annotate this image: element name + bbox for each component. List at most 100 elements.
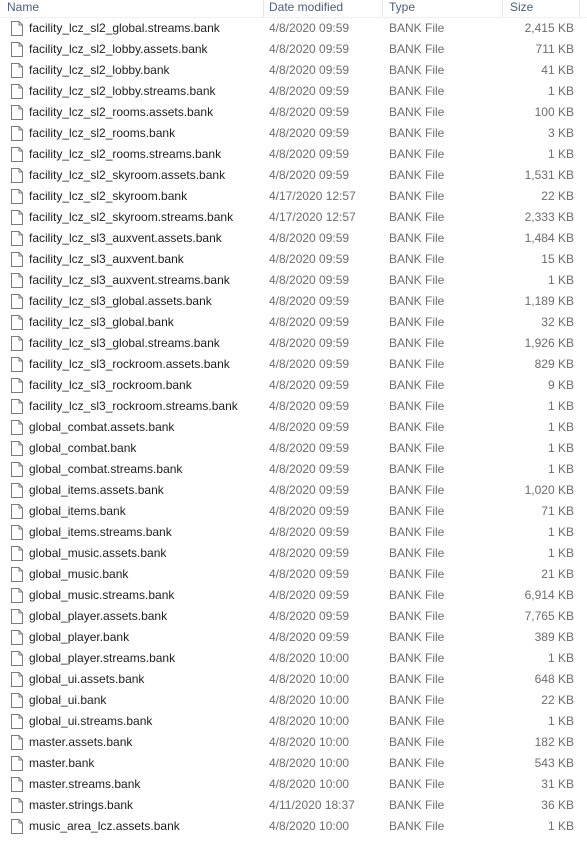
file-row[interactable]: global_player.bank 4/8/2020 09:59 BANK Fil… [0,627,587,648]
file-row[interactable]: global_items.streams.bank 4/8/2020 09:59 B… [0,522,587,543]
file-row[interactable]: facility_lcz_sl3_rockroom.bank 4/8/2020 0… [0,375,587,396]
file-row[interactable]: global_player.assets.bank 4/8/2020 09:59 B… [0,606,587,627]
column-header-bar: Name Date modified Type Size [0,0,587,18]
column-divider[interactable] [502,0,503,17]
file-date-modified: 4/8/2020 09:59 [269,63,350,77]
file-date-modified: 4/8/2020 09:59 [269,357,350,371]
file-row[interactable]: facility_lcz_sl3_global.assets.bank 4/8/2… [0,291,587,312]
file-size: 1 KB [547,399,574,413]
file-type: BANK File [389,420,445,434]
file-type: BANK File [389,567,445,581]
file-type: BANK File [389,651,445,665]
file-icon [11,378,23,393]
file-name: facility_lcz_sl3_global.bank [29,315,174,329]
file-name: global_items.streams.bank [29,525,172,539]
file-date-modified: 4/8/2020 09:59 [269,399,350,413]
file-row[interactable]: global_music.bank 4/8/2020 09:59 BANK File… [0,564,587,585]
file-type: BANK File [389,504,445,518]
file-icon [11,630,23,645]
file-date-modified: 4/8/2020 09:59 [269,441,350,455]
file-size: 1,484 KB [524,231,574,245]
file-row[interactable]: facility_lcz_sl3_rockroom.streams.bank 4/… [0,396,587,417]
file-date-modified: 4/11/2020 18:37 [269,798,355,812]
file-type: BANK File [389,798,445,812]
file-date-modified: 4/8/2020 09:59 [269,483,350,497]
file-name: facility_lcz_sl3_global.streams.bank [29,336,220,350]
column-divider[interactable] [263,0,264,17]
file-row[interactable]: global_ui.bank 4/8/2020 10:00 BANK File 22 … [0,690,587,711]
file-row[interactable]: master.strings.bank 4/11/2020 18:37 BANK F… [0,795,587,816]
file-row[interactable]: facility_lcz_sl2_skyroom.streams.bank 4/1… [0,207,587,228]
file-row[interactable]: global_ui.assets.bank 4/8/2020 10:00 BANK … [0,669,587,690]
file-row[interactable]: global_ui.streams.bank 4/8/2020 10:00 BANK… [0,711,587,732]
file-row[interactable]: global_items.bank 4/8/2020 09:59 BANK File… [0,501,587,522]
file-type: BANK File [389,63,445,77]
file-row[interactable]: global_combat.assets.bank 4/8/2020 09:59 B… [0,417,587,438]
file-row[interactable]: master.bank 4/8/2020 10:00 BANK File 543 KB [0,753,587,774]
file-name: master.bank [29,756,95,770]
file-row[interactable]: master.assets.bank 4/8/2020 10:00 BANK Fil… [0,732,587,753]
file-icon [11,651,23,666]
file-icon [11,63,23,78]
file-icon [11,231,23,246]
file-row[interactable]: facility_lcz_sl3_global.bank 4/8/2020 09:… [0,312,587,333]
column-divider[interactable] [579,0,580,17]
file-icon [11,756,23,771]
file-row[interactable]: global_combat.bank 4/8/2020 09:59 BANK Fil… [0,438,587,459]
file-date-modified: 4/8/2020 10:00 [269,672,350,686]
file-name: facility_lcz_sl2_rooms.assets.bank [29,105,214,119]
file-row[interactable]: global_combat.streams.bank 4/8/2020 09:59… [0,459,587,480]
column-header-type[interactable]: Type [389,0,415,17]
file-name: global_ui.bank [29,693,107,707]
file-row[interactable]: facility_lcz_sl3_auxvent.streams.bank 4/8… [0,270,587,291]
file-type: BANK File [389,756,445,770]
file-size: 1 KB [547,420,574,434]
file-date-modified: 4/8/2020 09:59 [269,231,350,245]
file-size: 2,415 KB [524,21,574,35]
file-row[interactable]: facility_lcz_sl2_rooms.bank 4/8/2020 09:5… [0,123,587,144]
file-row[interactable]: facility_lcz_sl3_auxvent.assets.bank 4/8/… [0,228,587,249]
file-date-modified: 4/8/2020 10:00 [269,693,350,707]
file-row[interactable]: facility_lcz_sl2_skyroom.bank 4/17/2020 1… [0,186,587,207]
file-icon [11,399,23,414]
file-size: 1 KB [547,546,574,560]
file-date-modified: 4/8/2020 09:59 [269,588,350,602]
column-divider[interactable] [382,0,383,17]
file-date-modified: 4/8/2020 09:59 [269,378,350,392]
file-row[interactable]: global_player.streams.bank 4/8/2020 10:00… [0,648,587,669]
file-type: BANK File [389,399,445,413]
file-date-modified: 4/8/2020 09:59 [269,336,350,350]
file-size: 1,926 KB [524,336,574,350]
file-row[interactable]: master.streams.bank 4/8/2020 10:00 BANK Fi… [0,774,587,795]
file-date-modified: 4/8/2020 09:59 [269,567,350,581]
file-name: facility_lcz_sl3_auxvent.bank [29,252,184,266]
file-row[interactable]: facility_lcz_sl2_skyroom.assets.bank 4/8/… [0,165,587,186]
column-header-name[interactable]: Name [7,0,39,17]
file-row[interactable]: facility_lcz_sl3_global.streams.bank 4/8/… [0,333,587,354]
file-type: BANK File [389,294,445,308]
file-icon [11,819,23,834]
file-size: 36 KB [541,798,574,812]
file-row[interactable]: facility_lcz_sl2_lobby.streams.bank 4/8/2… [0,81,587,102]
column-header-size[interactable]: Size [510,0,533,17]
file-type: BANK File [389,273,445,287]
file-row[interactable]: facility_lcz_sl3_rockroom.assets.bank 4/8… [0,354,587,375]
file-row[interactable]: facility_lcz_sl2_rooms.streams.bank 4/8/2… [0,144,587,165]
file-row[interactable]: music_area_lcz.assets.bank 4/8/2020 10:00… [0,816,587,837]
file-date-modified: 4/8/2020 09:59 [269,630,350,644]
file-row[interactable]: facility_lcz_sl2_rooms.assets.bank 4/8/20… [0,102,587,123]
file-row[interactable]: global_music.assets.bank 4/8/2020 09:59 BA… [0,543,587,564]
file-date-modified: 4/8/2020 09:59 [269,525,350,539]
file-size: 1 KB [547,525,574,539]
file-type: BANK File [389,777,445,791]
file-row[interactable]: global_items.assets.bank 4/8/2020 09:59 BA… [0,480,587,501]
file-row[interactable]: global_music.streams.bank 4/8/2020 09:59 B… [0,585,587,606]
file-icon [11,252,23,267]
file-row[interactable]: facility_lcz_sl2_lobby.assets.bank 4/8/20… [0,39,587,60]
file-row[interactable]: facility_lcz_sl2_lobby.bank 4/8/2020 09:5… [0,60,587,81]
file-row[interactable]: facility_lcz_sl3_auxvent.bank 4/8/2020 09… [0,249,587,270]
file-date-modified: 4/8/2020 09:59 [269,609,350,623]
column-header-date-modified[interactable]: Date modified [269,0,343,17]
file-size: 7,765 KB [524,609,574,623]
file-row[interactable]: facility_lcz_sl2_global.streams.bank 4/8/… [0,18,587,39]
